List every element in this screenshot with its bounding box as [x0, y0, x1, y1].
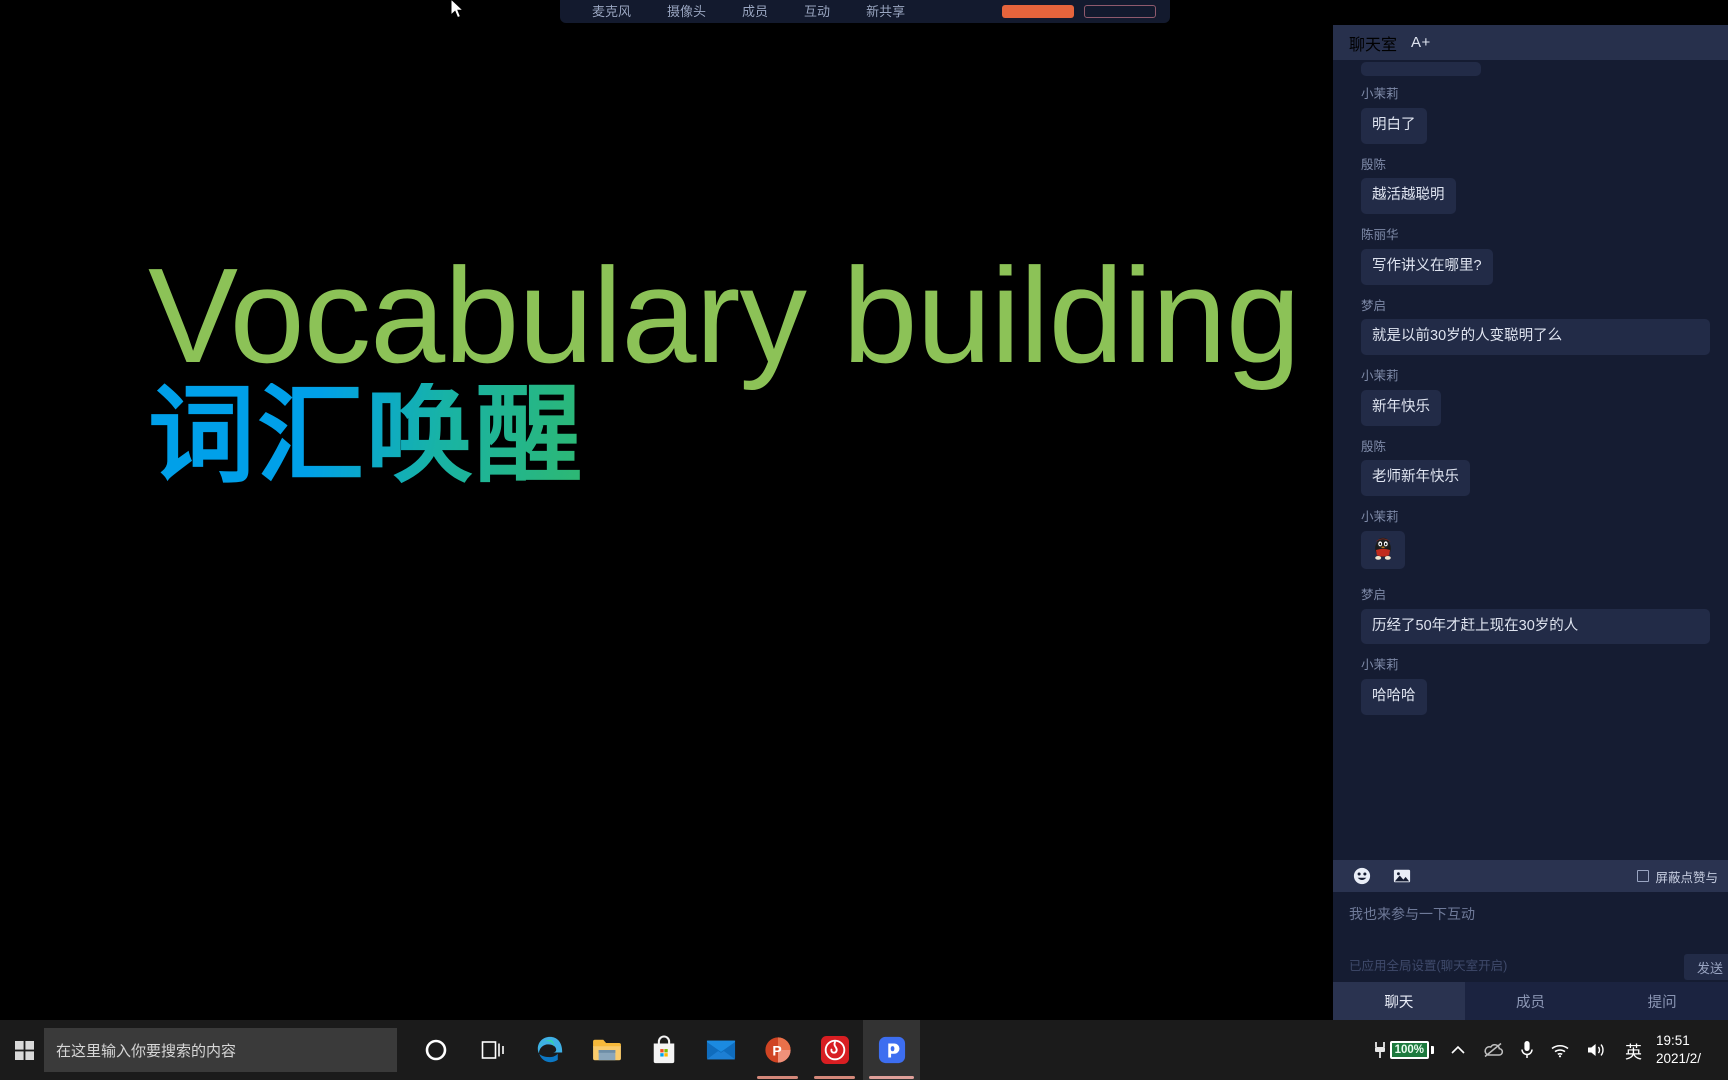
mail-icon[interactable] — [692, 1020, 749, 1080]
message-bubble: 哈哈哈 — [1361, 679, 1427, 715]
toolbar-members[interactable]: 成员 — [724, 5, 786, 19]
slide-title-chinese: 词汇唤醒 — [148, 374, 585, 498]
tab-questions[interactable]: 提问 — [1596, 982, 1728, 1020]
toolbar-new-share[interactable]: 新共享 — [848, 5, 923, 19]
microsoft-edge-icon[interactable] — [521, 1020, 578, 1080]
chat-message: 小茉莉 明白了 — [1349, 87, 1710, 144]
image-icon[interactable] — [1393, 867, 1411, 885]
volume-icon[interactable] — [1578, 1020, 1615, 1080]
clock-date: 2021/2/ — [1656, 1051, 1702, 1066]
chat-message-list[interactable]: 小茉莉 明白了 殷陈 越活越聪明 陈丽华 写作讲义在哪里? 梦启 就是以前30岁… — [1333, 60, 1728, 860]
message-bubble: 历经了50年才赶上现在30岁的人 — [1361, 608, 1710, 645]
clock-time: 19:51 — [1656, 1032, 1690, 1048]
checkbox-label: 屏蔽点赞与 — [1655, 870, 1718, 885]
powerpoint-icon[interactable]: P — [749, 1020, 806, 1080]
chat-message: 梦启 历经了50年才赶上现在30岁的人 — [1349, 587, 1710, 645]
system-tray: 100% 英 19:51 2021/2/ — [1364, 1020, 1728, 1080]
font-size-increase-button[interactable]: A+ — [1411, 34, 1431, 51]
microsoft-store-icon[interactable] — [635, 1020, 692, 1080]
message-bubble: 新年快乐 — [1361, 389, 1441, 426]
ime-language-indicator[interactable]: 英 — [1615, 1038, 1652, 1063]
message-bubble: 老师新年快乐 — [1361, 460, 1470, 496]
chat-panel-title: 聊天室 — [1349, 36, 1398, 54]
chat-message: 小茉莉 新年快乐 — [1349, 369, 1710, 426]
chat-message: 殷陈 老师新年快乐 — [1349, 439, 1710, 496]
chat-message: 小茉莉 哈哈哈 — [1349, 658, 1710, 715]
chat-message: 殷陈 越活越聪明 — [1349, 157, 1710, 214]
message-author: 殷陈 — [1361, 157, 1387, 172]
microphone-icon[interactable] — [1512, 1020, 1542, 1080]
battery-icon[interactable]: 100% — [1364, 1020, 1442, 1080]
onedrive-offline-icon[interactable] — [1474, 1020, 1512, 1080]
toolbar-camera[interactable]: 摄像头 — [649, 5, 724, 19]
checkbox-box[interactable] — [1637, 870, 1650, 882]
message-bubble: 明白了 — [1361, 107, 1427, 144]
chat-panel-header: 聊天室 A+ — [1333, 25, 1728, 60]
search-placeholder: 在这里输入你要搜索的内容 — [56, 1042, 237, 1060]
clipped-previous-message — [1361, 62, 1481, 76]
message-bubble: 越活越聪明 — [1361, 178, 1456, 214]
qq-penguin-sticker — [1375, 537, 1391, 560]
wifi-icon[interactable] — [1542, 1020, 1578, 1080]
toolbar-microphone[interactable]: 麦克风 — [574, 5, 649, 19]
tab-chat[interactable]: 聊天 — [1333, 982, 1465, 1020]
toolbar-primary-button[interactable] — [1002, 5, 1074, 18]
message-author: 小茉莉 — [1361, 510, 1399, 524]
tab-members[interactable]: 成员 — [1465, 982, 1597, 1020]
chat-panel: 聊天室 A+ 小茉莉 明白了 殷陈 越活越聪明 陈丽华 写作讲义在哪里? 梦启 … — [1333, 25, 1728, 1020]
message-bubble: 就是以前30岁的人变聪明了么 — [1361, 319, 1710, 355]
message-author: 小茉莉 — [1361, 658, 1399, 673]
netease-music-icon[interactable] — [806, 1020, 863, 1080]
chat-input-area[interactable]: 我也来参与一下互动 已应用全局设置(聊天室开启) 发送 — [1333, 892, 1728, 982]
taskbar-clock[interactable]: 19:51 2021/2/ — [1652, 1032, 1728, 1068]
toolbar-interaction[interactable]: 互动 — [786, 5, 848, 19]
message-author: 小茉莉 — [1361, 87, 1399, 101]
shared-slide-area: Vocabulary building 词汇唤醒 — [0, 0, 1470, 1020]
toolbar-secondary-button[interactable] — [1084, 5, 1156, 18]
chat-message: 陈丽华 写作讲义在哪里? — [1349, 228, 1710, 285]
battery-percent: 100% — [1389, 1040, 1429, 1060]
cortana-icon[interactable] — [407, 1020, 464, 1080]
message-author: 陈丽华 — [1361, 228, 1399, 242]
slide-title-english: Vocabulary building — [148, 240, 1301, 391]
file-explorer-icon[interactable] — [578, 1020, 635, 1080]
floating-class-toolbar: 麦克风 摄像头 成员 互动 新共享 — [560, 0, 1170, 23]
send-message-button[interactable]: 发送 — [1684, 954, 1728, 980]
chat-panel-tabs: 聊天 成员 提问 — [1333, 982, 1728, 1020]
message-author: 殷陈 — [1361, 439, 1387, 454]
windows-start-icon[interactable] — [0, 1020, 48, 1080]
chat-status-text: 已应用全局设置(聊天室开启) — [1349, 959, 1508, 973]
battery-indicator: 100% — [1389, 1040, 1434, 1060]
message-author: 梦启 — [1361, 587, 1387, 602]
battery-cap — [1431, 1046, 1434, 1054]
task-view-icon[interactable] — [464, 1020, 521, 1080]
message-bubble-sticker — [1361, 530, 1405, 569]
taskbar-icon-strip: P — [407, 1020, 920, 1080]
svg-text:P: P — [772, 1043, 781, 1059]
windows-taskbar: 在这里输入你要搜索的内容 P 100% 英 19:51 2021/2/ — [0, 1020, 1728, 1080]
mouse-cursor — [450, 0, 466, 25]
screen-root: Vocabulary building 词汇唤醒 麦克风 摄像头 成员 互动 新… — [0, 0, 1728, 1080]
message-author: 小茉莉 — [1361, 369, 1399, 383]
chat-tool-bar: 屏蔽点赞与 — [1333, 860, 1728, 892]
message-author: 梦启 — [1361, 298, 1387, 313]
block-likes-checkbox[interactable]: 屏蔽点赞与 — [1637, 867, 1718, 886]
classin-icon[interactable] — [863, 1020, 920, 1080]
search-input[interactable]: 在这里输入你要搜索的内容 — [44, 1028, 397, 1072]
chat-message: 小茉莉 — [1349, 510, 1710, 574]
chat-input-placeholder[interactable]: 我也来参与一下互动 — [1349, 904, 1712, 924]
chat-message: 梦启 就是以前30岁的人变聪明了么 — [1349, 298, 1710, 355]
chevron-up-icon[interactable] — [1442, 1020, 1474, 1080]
emoji-icon[interactable] — [1353, 867, 1371, 885]
message-bubble: 写作讲义在哪里? — [1361, 248, 1493, 285]
